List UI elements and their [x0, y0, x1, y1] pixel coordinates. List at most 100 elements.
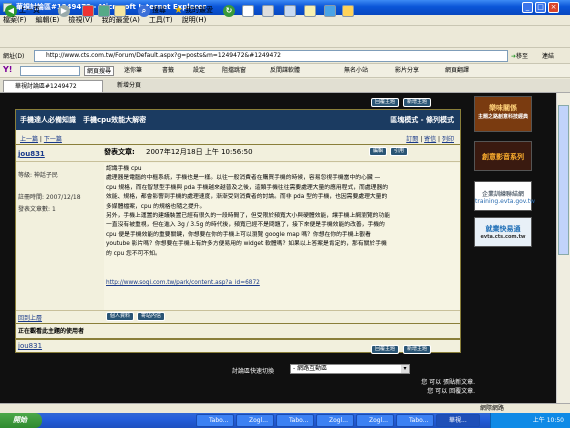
ad-banner-2[interactable]: 創意影音系列: [474, 141, 532, 171]
yahoo-item-6[interactable]: 影片分享: [395, 66, 419, 76]
post-date-label: 發表文章:: [104, 148, 135, 156]
print-link[interactable]: 列印: [442, 136, 454, 143]
task-item[interactable]: Tabo...: [196, 414, 234, 427]
post-line: 多媒體檔案，cpu 的規格也隨之提升。: [106, 203, 206, 210]
edit-button[interactable]: 編輯: [369, 147, 388, 156]
toolbar: [0, 27, 570, 48]
mail-button[interactable]: [240, 3, 256, 18]
profile-buttons: 個人資料 寄站內信: [106, 312, 166, 321]
new-topic-button-bottom[interactable]: 新增主題: [403, 345, 432, 354]
email-link[interactable]: 寄信: [424, 136, 436, 143]
divider: [16, 323, 460, 324]
back-button[interactable]: ◀ 上一頁: [3, 3, 42, 18]
discuss-button[interactable]: [302, 3, 318, 18]
yahoo-item-4[interactable]: 反間諜軟體: [270, 66, 300, 76]
star-icon: ★: [174, 5, 183, 16]
back-arrow-icon: ◀: [5, 4, 17, 17]
ad-banner-1[interactable]: 樂味關係 主題之路創意科技經典: [474, 96, 532, 132]
maximize-button[interactable]: □: [535, 2, 546, 13]
close-button[interactable]: ×: [548, 2, 559, 13]
forum-switch-select[interactable]: - 網路互動區 ▾: [290, 364, 410, 374]
stop-icon: [82, 4, 94, 17]
post-line: 效能、規格，都會影響到手機的處理速度，漸漸受到消費者的討論。而非 pda 型的手…: [106, 194, 388, 201]
scroll-thumb[interactable]: [558, 105, 569, 255]
author-name[interactable]: jou831: [18, 147, 98, 161]
new-topic-button[interactable]: 新增主題: [403, 98, 432, 107]
post-link[interactable]: http://www.sogi.com.tw/park/content.asp?…: [106, 279, 458, 288]
yahoo-item-3[interactable]: 阻擋跳窗: [222, 66, 246, 76]
task-item-active[interactable]: 華視...: [436, 414, 480, 427]
tab-new[interactable]: 新增分頁: [106, 80, 166, 92]
forum-frame: 手機達人必備知識 手機cpu效能大解密 區塊模式 - 條列模式 上一篇 | 下一…: [15, 109, 461, 339]
post-line: youtube 影片嗎？你想要在手機上有許多方便易用的 widget 軟體嗎？如…: [106, 241, 387, 248]
yahoo-item-1[interactable]: 書籤: [162, 66, 174, 76]
quote-button[interactable]: 引用: [390, 147, 409, 156]
back-top-link[interactable]: 回到上層: [18, 313, 42, 322]
ad-banner-4[interactable]: 就業快易通 evta.cts.com.tw: [474, 217, 532, 247]
favorites-button[interactable]: ★ 我的最愛: [172, 3, 215, 18]
top-buttons: 回覆主題 新增主題: [371, 98, 432, 107]
edit-icon: [284, 4, 296, 17]
prev-topic-link[interactable]: 上一篇: [20, 136, 38, 143]
post-line: 認識手機 cpu: [106, 166, 142, 172]
history-button[interactable]: ↻: [221, 3, 237, 18]
messenger-button[interactable]: [322, 3, 338, 18]
search-button[interactable]: ⌕ 搜尋: [136, 3, 168, 18]
post-line: cpu 便是手機效能的重要關鍵，你想要在你的手機上可以瀏覽 google map…: [106, 231, 371, 238]
yahoo-logo-icon[interactable]: Y!: [3, 65, 12, 74]
stop-button[interactable]: [80, 3, 96, 18]
post-body: 認識手機 cpu 處理器是電腦的中樞系統，手機也是一樣。以往一般消費者在購買手機…: [104, 163, 460, 311]
print-button[interactable]: [260, 3, 276, 18]
refresh-button[interactable]: [96, 3, 112, 18]
yahoo-item-7[interactable]: 網頁翻譯: [445, 66, 469, 76]
task-item[interactable]: Zogl...: [356, 414, 394, 427]
subscribe-link[interactable]: 訂閱: [406, 136, 418, 143]
view-mode[interactable]: 區塊模式 - 條列模式: [390, 110, 454, 130]
topic-title: 手機達人必備知識 手機cpu效能大解密: [20, 116, 147, 124]
pm-button[interactable]: 寄站內信: [137, 312, 166, 321]
task-item[interactable]: Tabo...: [276, 414, 314, 427]
research-button[interactable]: [340, 3, 356, 18]
yahoo-item-0[interactable]: 迷你筆: [124, 66, 142, 76]
history-icon: ↻: [223, 4, 235, 17]
edit-page-button[interactable]: [282, 3, 298, 18]
divider: [16, 144, 460, 145]
home-button[interactable]: [112, 3, 128, 18]
yahoo-item-5[interactable]: 無名小站: [344, 66, 368, 76]
viewing-user[interactable]: jou831: [18, 342, 42, 350]
links-label[interactable]: 連結: [542, 51, 554, 60]
vertical-scrollbar[interactable]: [556, 93, 570, 403]
yahoo-search-button[interactable]: 網頁搜尋: [84, 66, 115, 76]
yahoo-search-input[interactable]: [20, 66, 80, 76]
address-input[interactable]: http://www.cts.com.tw/Forum/Default.aspx…: [34, 50, 508, 62]
yahoo-item-2[interactable]: 設定: [193, 66, 205, 76]
post-line: 處理器是電腦的中樞系統，手機也是一樣。以往一般消費者在購買手機的時候，容易忽視手…: [106, 175, 381, 182]
next-topic-link[interactable]: 下一篇: [44, 136, 62, 143]
permissions: 您 可以 張貼新文章. 您 可以 回覆文章.: [421, 377, 475, 395]
join-date: 2007/12/18: [45, 194, 81, 201]
task-item[interactable]: Zogl...: [316, 414, 354, 427]
go-button[interactable]: ➜移至: [511, 51, 528, 60]
minimize-button[interactable]: _: [522, 2, 533, 13]
profile-button[interactable]: 個人資料: [106, 312, 135, 321]
forward-button[interactable]: ▶: [56, 3, 72, 18]
post-line: 一直沒有被重視，但在進入 3g / 3.5g 的時代後，頻寬已經不是問題了，接下…: [106, 222, 385, 229]
forward-arrow-icon: ▶: [58, 4, 70, 17]
join-label: 註冊時間:: [18, 194, 45, 201]
reply-topic-button[interactable]: 回覆主題: [371, 98, 400, 107]
task-item[interactable]: Tabo...: [396, 414, 434, 427]
topic-actions: 訂閱 | 寄信 | 列印: [406, 136, 454, 143]
post-date: 2007年12月18日 上午 10:56:50: [146, 148, 253, 156]
page-content: 回覆主題 新增主題 手機達人必備知識 手機cpu效能大解密 區塊模式 - 條列模…: [0, 93, 570, 403]
post-line: 的 cpu 您不可不知。: [106, 250, 161, 257]
start-button[interactable]: 開始: [0, 413, 42, 428]
post-edit-buttons: 編輯 引用: [369, 147, 409, 156]
ad-banner-3[interactable]: 企業訓練聯結網 training.evta.gov.tw: [474, 181, 535, 211]
messenger-icon: [324, 4, 336, 17]
user-level: 等級: 神話子民: [18, 172, 58, 179]
clock[interactable]: 上午 10:50: [533, 417, 564, 424]
home-icon: [114, 4, 126, 17]
reply-topic-button-bottom[interactable]: 回覆主題: [371, 345, 400, 354]
task-item[interactable]: Zogl...: [236, 414, 274, 427]
tab-forum[interactable]: 華視討論區#1249472: [3, 80, 103, 92]
